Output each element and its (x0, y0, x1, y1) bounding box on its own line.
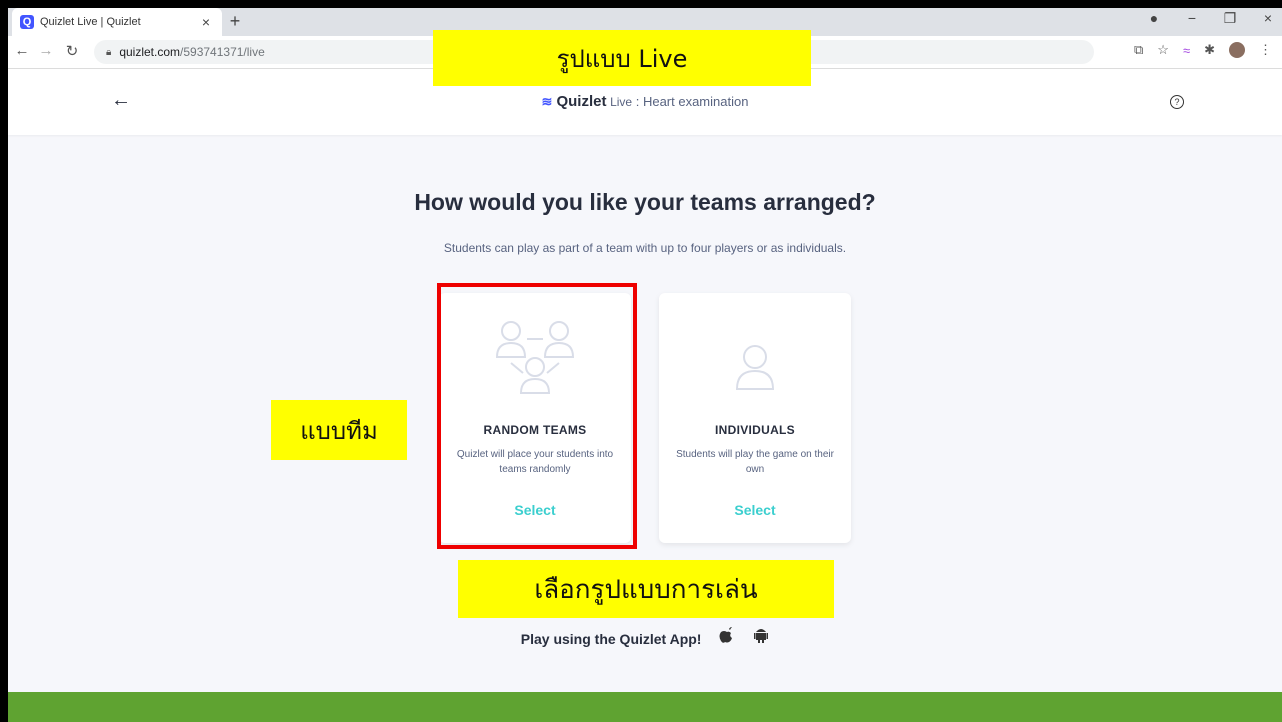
annotation-live-format: รูปแบบ Live (433, 30, 811, 86)
forward-button[interactable]: → (36, 42, 56, 59)
profile-indicator-icon[interactable]: ● (1146, 10, 1162, 27)
select-individuals-button[interactable]: Select (659, 502, 851, 518)
highlight-box (437, 283, 637, 549)
individual-illustration-icon (735, 345, 775, 390)
back-button[interactable]: ← (12, 42, 32, 59)
footer-bar (8, 692, 1282, 722)
new-tab-button[interactable]: + (224, 11, 246, 32)
brand-title: ≋ Quizlet Live : Heart examination (8, 93, 1282, 110)
lock-icon: 🔒︎ (106, 46, 112, 58)
restore-button[interactable]: ❐ (1222, 10, 1238, 27)
menu-icon[interactable]: ⋮ (1259, 42, 1272, 58)
individuals-card[interactable]: INDIVIDUALS Students will play the game … (659, 293, 851, 543)
android-icon[interactable] (753, 626, 769, 647)
set-title: : Heart examination (632, 94, 749, 109)
extension-icons: ⧉ ☆ ≈ ✱ ⋮ (1134, 42, 1272, 58)
app-promo: Play using the Quizlet App! (8, 626, 1282, 647)
minimize-button[interactable]: − (1184, 10, 1200, 27)
card-description: Students will play the game on their own (676, 449, 834, 475)
window-controls: ● − ❐ × (1146, 10, 1276, 27)
page-subtitle: Students can play as part of a team with… (443, 241, 847, 255)
quizlet-logo-icon: ≋ (541, 94, 553, 109)
browser-window: Q Quizlet Live | Quizlet × + ● − ❐ × ← →… (8, 8, 1282, 722)
url-domain: quizlet.com (119, 45, 181, 59)
tab-title: Quizlet Live | Quizlet (40, 16, 141, 28)
puzzle-icon[interactable]: ✱ (1204, 42, 1215, 58)
help-icon[interactable]: ? (1170, 95, 1184, 109)
star-icon[interactable]: ☆ (1157, 42, 1169, 58)
quizlet-favicon-icon: Q (20, 15, 34, 29)
close-window-button[interactable]: × (1260, 10, 1276, 27)
apple-icon[interactable] (719, 626, 735, 647)
translate-icon[interactable]: ⧉ (1134, 42, 1143, 58)
brand-live: Live (610, 95, 633, 109)
extension-icon[interactable]: ≈ (1183, 43, 1190, 58)
url-path: /593741371/live (180, 45, 265, 59)
page-title: How would you like your teams arranged? (414, 189, 876, 215)
annotation-team-mode: แบบทีม (271, 400, 407, 460)
app-promo-text[interactable]: Play using the Quizlet App! (521, 631, 702, 647)
avatar[interactable] (1229, 42, 1245, 58)
tab-close-icon[interactable]: × (196, 14, 216, 30)
card-title: INDIVIDUALS (715, 423, 795, 437)
brand-name: Quizlet (556, 93, 607, 110)
annotation-choose-mode: เลือกรูปแบบการเล่น (458, 560, 834, 618)
browser-tab[interactable]: Q Quizlet Live | Quizlet × (12, 8, 222, 36)
reload-button[interactable]: ↻ (62, 42, 82, 60)
